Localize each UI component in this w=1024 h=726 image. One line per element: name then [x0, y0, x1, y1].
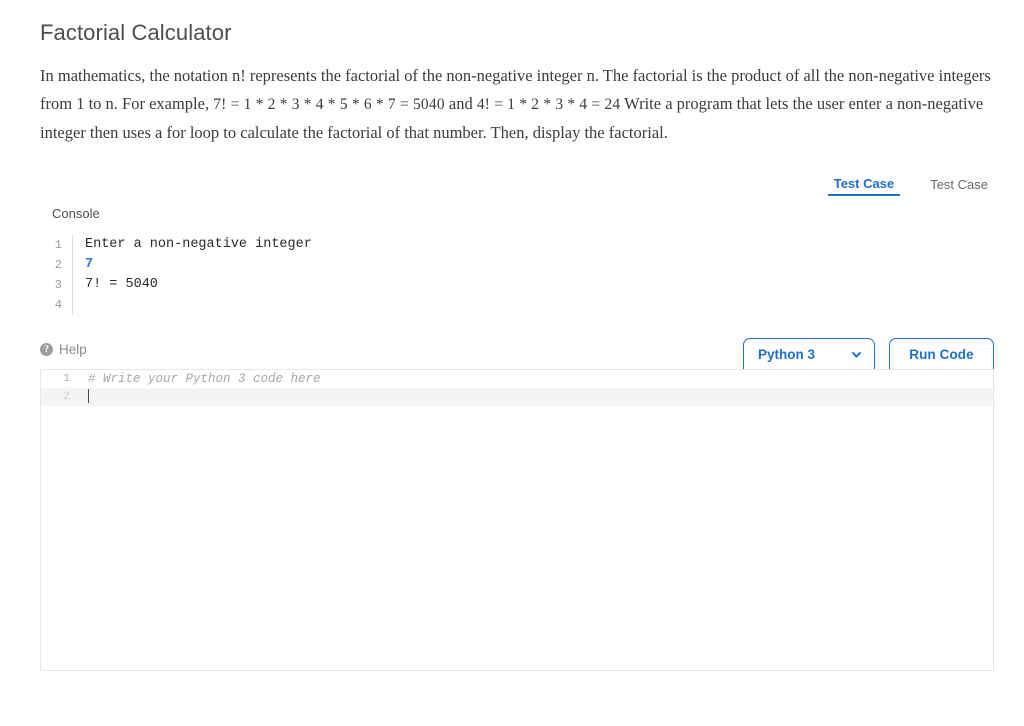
code-editor[interactable]: 1 # Write your Python 3 code here 2	[40, 369, 994, 671]
console-line: 2 7	[40, 255, 994, 275]
editor-placeholder-comment: # Write your Python 3 code here	[88, 372, 321, 386]
console-line: 3 7! = 5040	[40, 275, 994, 295]
question-mark-circle-icon: ?	[40, 343, 53, 356]
editor-line-number: 1	[63, 373, 70, 385]
console-output: 1 Enter a non-negative integer 2 7 3 7! …	[40, 235, 994, 315]
tab-test-case-1[interactable]: Test Case	[827, 175, 901, 196]
console-line-text: Enter a non-negative integer	[85, 237, 312, 252]
console-line: 4	[40, 295, 994, 315]
editor-line-number: 2	[63, 391, 70, 403]
language-select[interactable]: Python 3	[743, 338, 875, 369]
editor-toolbar: ? Help Python 3 Run Code	[40, 338, 994, 369]
factorial-example-7: 7! = 1 * 2 * 3 * 4 * 5 * 6 * 7 = 5040	[213, 96, 445, 114]
editor-empty-area[interactable]	[41, 406, 993, 670]
editor-line: 1 # Write your Python 3 code here	[41, 370, 993, 388]
console-line-number: 1	[54, 238, 62, 252]
console-user-input: 7	[85, 257, 94, 272]
console-line-number: 2	[54, 258, 62, 272]
console-label: Console	[52, 206, 100, 221]
test-case-tabs: Test Case Test Case	[827, 175, 994, 196]
console-line-number: 4	[54, 298, 62, 312]
console-gutter-divider	[72, 295, 73, 315]
language-select-value: Python 3	[758, 346, 816, 362]
tab-test-case-2[interactable]: Test Case	[924, 176, 994, 195]
editor-line-code[interactable]	[79, 388, 993, 406]
console-line-number: 3	[54, 278, 62, 292]
description-part-2: and	[444, 94, 477, 114]
run-code-label: Run Code	[909, 346, 974, 362]
editor-line-active: 2	[41, 388, 993, 406]
help-link[interactable]: ? Help	[40, 342, 87, 357]
page-title: Factorial Calculator	[40, 20, 232, 45]
run-code-button[interactable]: Run Code	[889, 338, 994, 369]
console-line: 1 Enter a non-negative integer	[40, 235, 994, 255]
factorial-calculator-page: Factorial Calculator In mathematics, the…	[0, 0, 1024, 726]
console-panel: Console 1 Enter a non-negative integer 2…	[40, 206, 994, 315]
problem-statement: Factorial Calculator In mathematics, the…	[40, 20, 994, 147]
chevron-down-icon	[852, 351, 861, 357]
text-cursor	[88, 389, 89, 403]
console-line-text: 7! = 5040	[85, 277, 158, 292]
help-label: Help	[59, 342, 87, 357]
editor-line-code[interactable]: # Write your Python 3 code here	[79, 370, 993, 388]
factorial-example-4: 4! = 1 * 2 * 3 * 4 = 24	[476, 96, 621, 114]
problem-description: In mathematics, the notation n! represen…	[40, 62, 994, 147]
